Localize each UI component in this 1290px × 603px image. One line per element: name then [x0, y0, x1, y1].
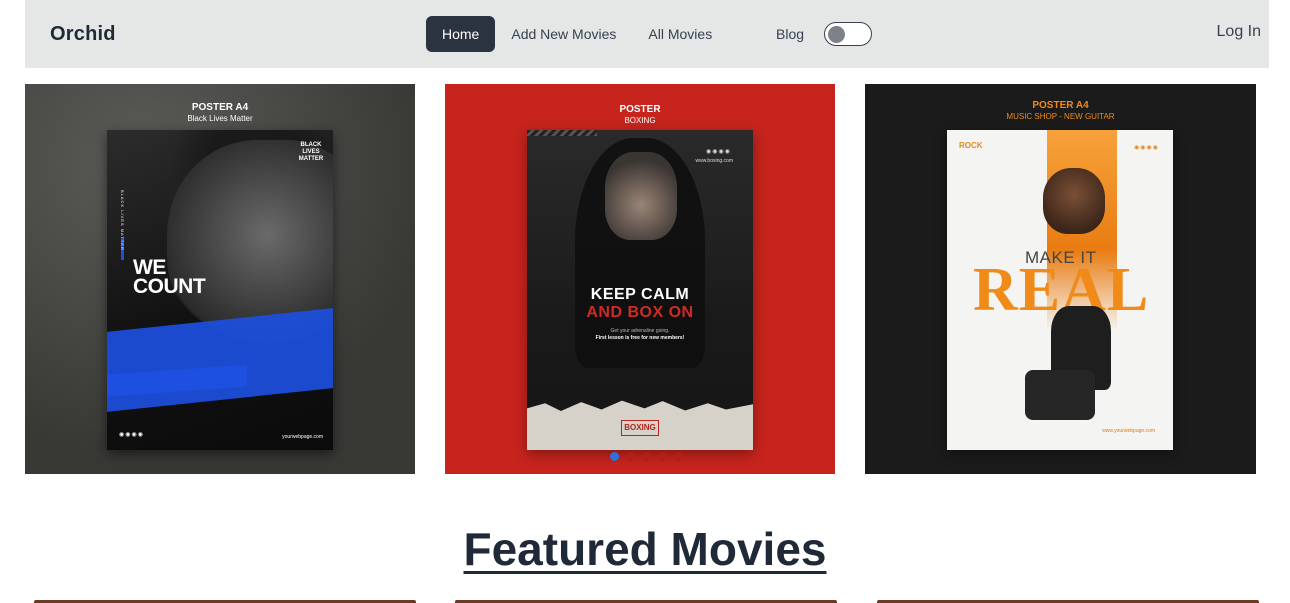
navbar: Orchid Home Add New Movies All Movies Bl…	[25, 0, 1269, 68]
featured-section-heading: Featured Movies	[0, 522, 1290, 576]
social-icons: ◉◉◉◉	[1134, 145, 1159, 151]
poster-artwork: BLACK LIVES MATTER BLACK LIVES MATTER WE…	[107, 130, 333, 450]
poster-artwork: ROCK ◉◉◉◉ MAKE IT REAL www.yourwebpage.c…	[947, 130, 1173, 450]
nav-link-home[interactable]: Home	[426, 16, 496, 52]
carousel-indicators	[610, 452, 683, 461]
boxing-badge: BOXING	[621, 420, 659, 436]
poster-subtitle: BOXING	[624, 116, 656, 125]
poster-subtitle: MUSIC SHOP - NEW GUITAR	[1006, 112, 1115, 121]
theme-toggle-switch[interactable]	[824, 22, 872, 46]
tagline: Get your adrenaline going.	[610, 328, 670, 334]
poster-url: www.boxing.com	[695, 158, 733, 164]
poster-url: www.yourwebpage.com	[1102, 428, 1155, 434]
carousel-slide-poster-black-lives-matter[interactable]: POSTER A4 Black Lives Matter BLACK LIVES…	[25, 84, 415, 474]
poster-title: POSTER A4	[1032, 100, 1089, 111]
rock-logo: ROCK	[959, 141, 983, 150]
carousel-indicator-4[interactable]	[658, 452, 667, 461]
fist-logo: BLACK LIVES MATTER	[298, 142, 324, 162]
social-icons: ◉◉◉◉	[706, 149, 731, 155]
headline-line-2: AND BOX ON	[586, 304, 694, 321]
nav-link-blog[interactable]: Blog	[776, 16, 804, 52]
headline-line-2: COUNT	[133, 275, 206, 298]
vertical-caption: BLACK LIVES MATTER	[120, 190, 125, 251]
poster-url: yourwebpage.com	[282, 434, 323, 440]
main-nav: Home Add New Movies All Movies	[426, 16, 728, 52]
poster-subtitle: Black Lives Matter	[187, 114, 253, 123]
nav-link-all-movies[interactable]: All Movies	[632, 16, 728, 52]
carousel-indicator-1[interactable]	[610, 452, 619, 461]
blue-brush-stripe	[107, 308, 333, 412]
carousel-indicator-2[interactable]	[626, 452, 635, 461]
singer-head	[1043, 168, 1105, 234]
headline-line-1: KEEP CALM	[590, 286, 690, 303]
social-icons: ◉◉◉◉	[119, 432, 144, 438]
login-link[interactable]: Log In	[1217, 23, 1261, 41]
brand-logo[interactable]: Orchid	[50, 23, 116, 46]
section-title: Featured Movies	[463, 523, 827, 575]
poster-artwork: ◉◉◉◉ www.boxing.com KEEP CALM AND BOX ON…	[527, 130, 753, 450]
poster-title: POSTER A4	[191, 102, 249, 113]
toggle-knob	[828, 25, 845, 43]
headline: WE COUNT	[133, 257, 206, 298]
boxer-face	[605, 152, 677, 240]
carousel-slide-poster-boxing[interactable]: POSTER BOXING ◉◉◉◉ www.boxing.com KEEP C…	[445, 84, 835, 474]
tagline-bold: First lesson is free for new members!	[595, 335, 685, 341]
guitarist-legs	[1025, 370, 1095, 420]
hazard-stripe	[527, 130, 597, 136]
carousel-indicator-3[interactable]	[642, 452, 651, 461]
carousel-indicator-5[interactable]	[674, 452, 683, 461]
nav-link-add-new-movies[interactable]: Add New Movies	[495, 16, 632, 52]
poster-title: POSTER	[619, 104, 661, 115]
carousel-slide-poster-music-shop[interactable]: POSTER A4 MUSIC SHOP - NEW GUITAR ROCK ◉…	[865, 84, 1256, 474]
